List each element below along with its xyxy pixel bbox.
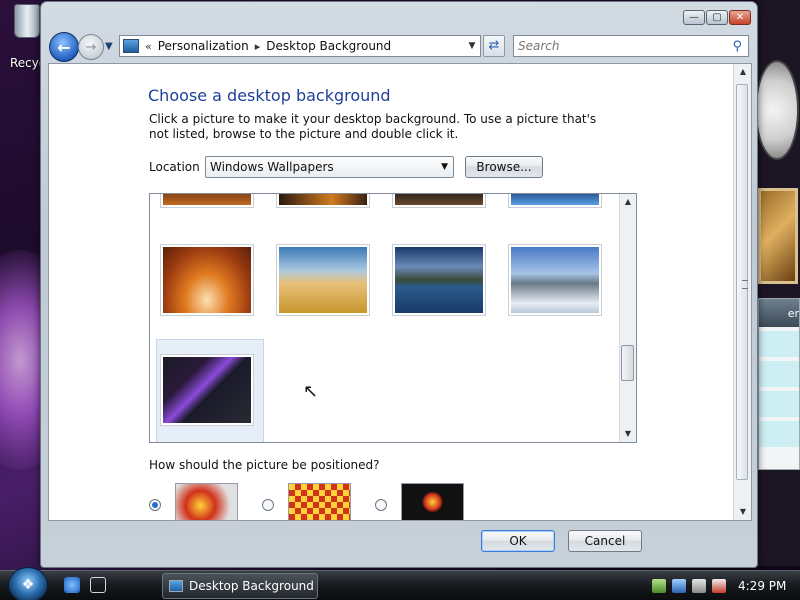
cancel-button[interactable]: Cancel [568, 530, 642, 552]
minimize-button[interactable]: — [683, 10, 705, 25]
system-tray: 4:29 PM [642, 573, 800, 599]
wallpaper-thumbnail[interactable] [508, 194, 602, 208]
feed-gadget[interactable]: er [758, 298, 800, 470]
wallpaper-gallery: ↖ ▲ ▼ [149, 193, 637, 443]
page-title: Choose a desktop background [148, 86, 391, 105]
feed-item[interactable] [759, 361, 799, 387]
caption-buttons: — ▢ ✕ [683, 10, 751, 25]
taskbar-button-desktop-background[interactable]: Desktop Background [162, 573, 318, 599]
desktop-background-window: — ▢ ✕ ← → ▼ « Personalization ▸ Desktop … [40, 1, 758, 568]
position-option-center-image[interactable] [401, 483, 464, 521]
taskbar-button-label: Desktop Background [189, 579, 314, 593]
clock-gadget[interactable] [755, 60, 799, 160]
position-radio-fit[interactable] [149, 499, 161, 511]
address-dropdown-icon[interactable]: ▼ [464, 41, 480, 51]
chevron-down-icon[interactable]: ▼ [441, 162, 448, 172]
taskbar: ❖ Desktop Background 4:29 PM [0, 567, 800, 600]
feed-item[interactable] [759, 331, 799, 357]
slideshow-gadget[interactable] [758, 188, 798, 284]
feed-item[interactable] [759, 421, 799, 447]
browse-button[interactable]: Browse... [465, 156, 543, 178]
feed-gadget-header: er [759, 299, 799, 327]
position-radio-tile[interactable] [262, 499, 274, 511]
wallpaper-thumbnail[interactable] [276, 194, 370, 208]
search-icon[interactable]: ⚲ [732, 39, 742, 54]
windows-update-icon[interactable] [672, 579, 686, 593]
back-arrow-icon[interactable]: ← [49, 32, 79, 62]
network-icon[interactable] [692, 579, 706, 593]
start-orb-icon[interactable]: ❖ [8, 567, 48, 600]
refresh-icon[interactable]: ⇄ [483, 35, 505, 57]
wallpaper-thumbnail[interactable] [160, 194, 254, 208]
volume-muted-icon[interactable] [712, 579, 726, 593]
content-pane: Choose a desktop background Click a pict… [48, 63, 752, 521]
gallery-scroll-thumb[interactable] [621, 345, 634, 381]
ok-button[interactable]: OK [481, 530, 555, 552]
position-option-tile-image[interactable] [288, 483, 351, 521]
forward-arrow-icon[interactable]: → [78, 34, 104, 60]
location-value: Windows Wallpapers [210, 160, 334, 174]
wallpaper-thumbnail[interactable] [392, 194, 486, 208]
control-panel-icon [169, 580, 183, 592]
breadcrumb-separator-icon[interactable]: ▸ [255, 40, 261, 53]
position-question: How should the picture be positioned? [149, 458, 380, 472]
wallpaper-thumbnail-arch[interactable] [160, 244, 254, 316]
gallery-scrollbar[interactable]: ▲ ▼ [619, 194, 636, 442]
wallpaper-thumbnail-selected[interactable] [160, 354, 254, 426]
scroll-grip [742, 280, 748, 289]
control-panel-icon [123, 39, 139, 53]
taskbar-clock[interactable]: 4:29 PM [738, 579, 786, 593]
position-option-fit-image[interactable] [175, 483, 238, 521]
address-bar[interactable]: « Personalization ▸ Desktop Background ▼ [119, 35, 481, 57]
scroll-down-icon[interactable]: ▼ [620, 426, 636, 442]
location-label: Location [149, 160, 200, 174]
scroll-up-icon[interactable]: ▲ [620, 194, 636, 210]
breadcrumb-overflow-icon[interactable]: « [145, 40, 152, 53]
search-input[interactable] [518, 39, 718, 53]
scroll-up-icon[interactable]: ▲ [735, 64, 751, 80]
internet-explorer-icon[interactable] [64, 577, 80, 593]
maximize-button[interactable]: ▢ [706, 10, 728, 25]
content-scrollbar[interactable]: ▲ ▼ [733, 64, 751, 520]
scroll-down-icon[interactable]: ▼ [735, 504, 751, 520]
close-button[interactable]: ✕ [729, 10, 751, 25]
wallpaper-thumbnail-lake[interactable] [392, 244, 486, 316]
breadcrumb-personalization[interactable]: Personalization [158, 39, 249, 53]
security-center-icon[interactable] [652, 579, 666, 593]
search-box[interactable]: ⚲ [513, 35, 749, 57]
switch-windows-icon[interactable] [90, 577, 106, 593]
recent-pages-chevron-icon[interactable]: ▼ [105, 41, 113, 52]
recycle-bin-graphic [14, 4, 40, 38]
feed-item[interactable] [759, 391, 799, 417]
content-scroll-thumb[interactable] [736, 84, 748, 480]
wallpaper-thumbnail-cliffs[interactable] [508, 244, 602, 316]
page-description: Click a picture to make it your desktop … [149, 112, 597, 141]
position-radio-center[interactable] [375, 499, 387, 511]
recycle-bin-icon[interactable]: Recyc [10, 4, 45, 70]
breadcrumb-desktop-background[interactable]: Desktop Background [266, 39, 391, 53]
wallpaper-thumbnail-dunes[interactable] [276, 244, 370, 316]
location-dropdown[interactable]: Windows Wallpapers ▼ [205, 156, 454, 178]
